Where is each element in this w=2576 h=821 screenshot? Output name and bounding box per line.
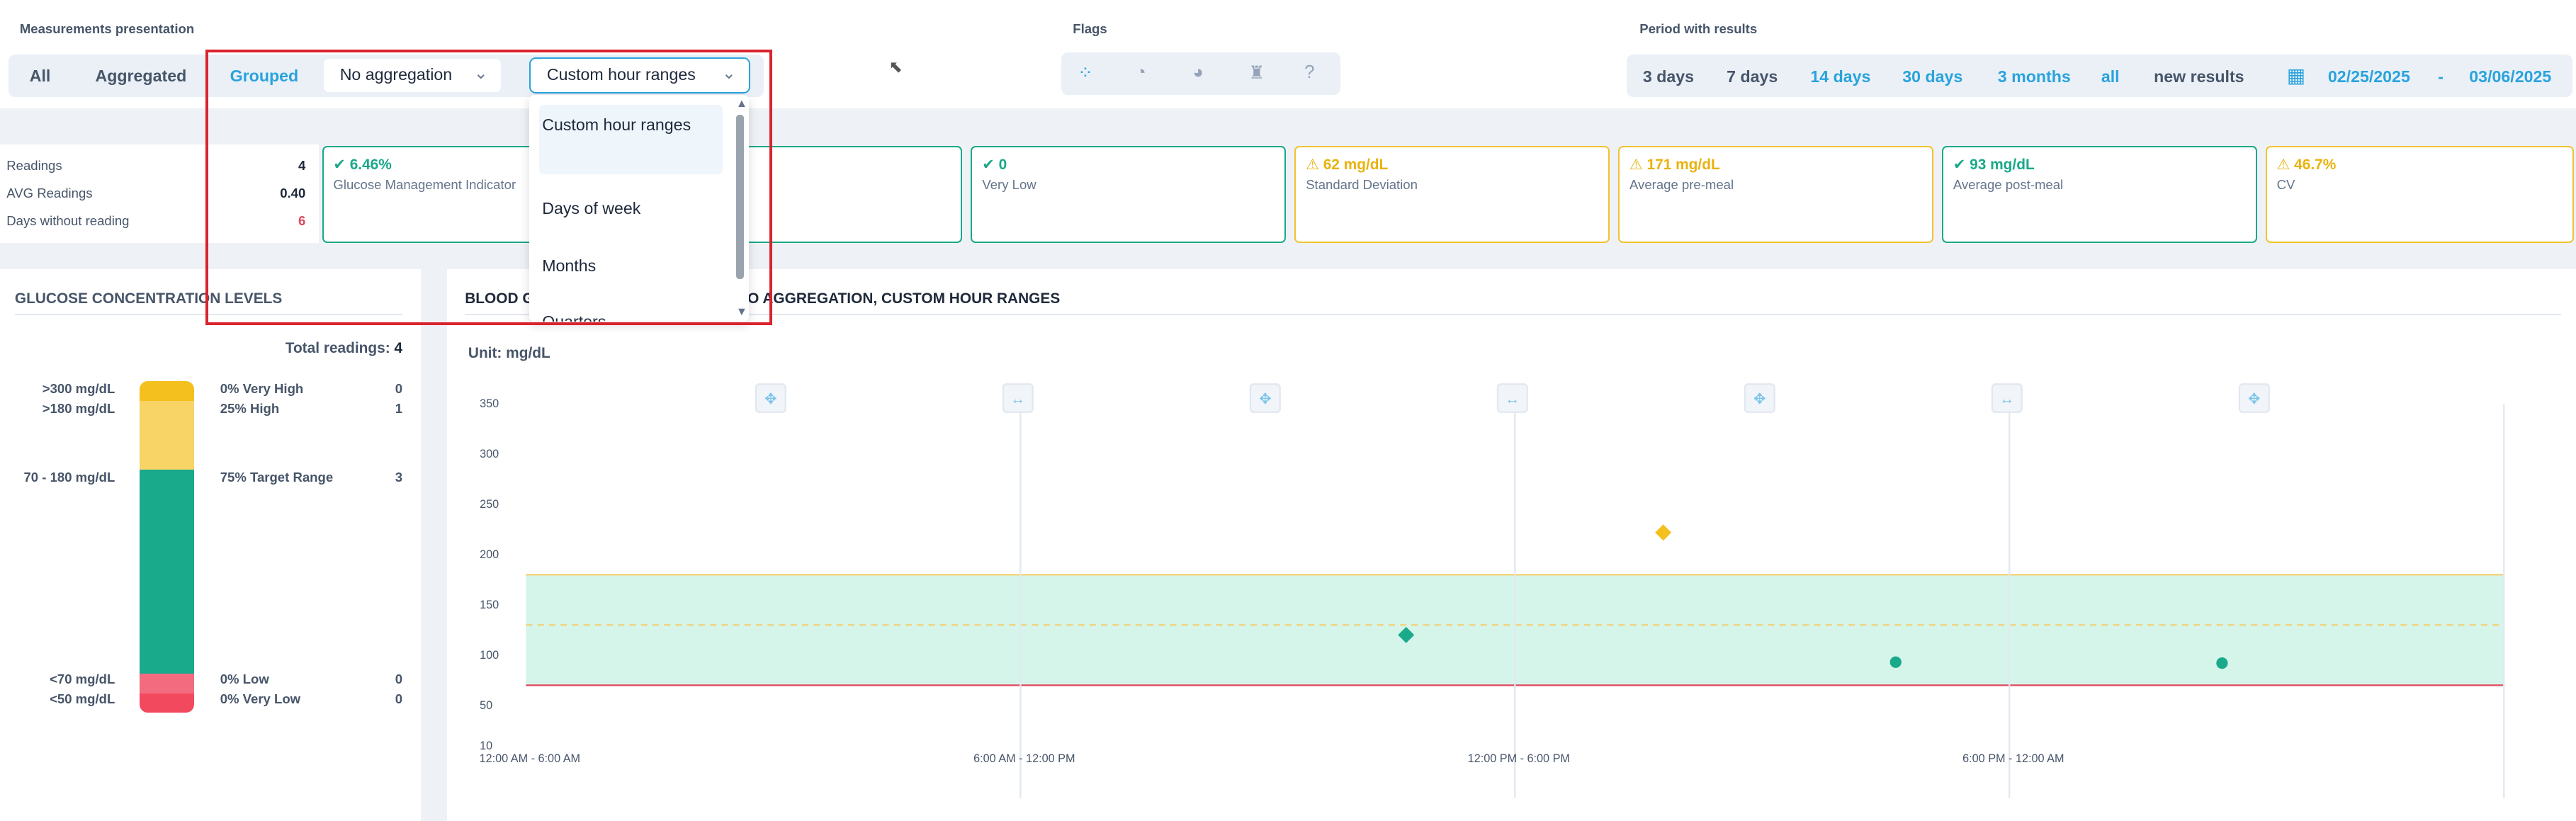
- y-tick-label: 150: [480, 598, 499, 611]
- end-date[interactable]: 03/06/2025: [2469, 67, 2551, 86]
- mouse-cursor-icon: ⬉: [888, 57, 903, 77]
- level-count: 3: [395, 470, 403, 485]
- blood-glucose-chart: ✥ ↔ ✥ ↔ ✥ ↔ ✥: [526, 383, 2505, 798]
- card-value: ✔ 93 mg/dL: [1953, 156, 2035, 173]
- flags-label: Flags: [1073, 21, 1107, 37]
- x-tick-label: 6:00 AM - 12:00 PM: [973, 752, 1075, 766]
- y-tick-label: 250: [480, 498, 499, 511]
- drag-handle-glyph: ↔: [1010, 391, 1025, 407]
- before-meal-icon[interactable]: ◔: [1135, 62, 1146, 83]
- drag-handle-glyph: ✥: [764, 391, 776, 407]
- level-percent: 75% Target Range: [220, 470, 334, 485]
- stat-label-readings: Readings: [6, 157, 62, 173]
- card-label: Average post-meal: [1953, 177, 2064, 193]
- card-very-low: ✔ 0 Very Low: [971, 146, 1287, 243]
- bar-very-low: [140, 693, 194, 713]
- level-percent: 0% Very Low: [220, 691, 301, 707]
- data-point-diamond: [1654, 524, 1671, 541]
- drag-handle-glyph: ✥: [1259, 391, 1271, 407]
- tab-all[interactable]: All: [30, 55, 51, 97]
- level-range: >300 mg/dL: [42, 380, 115, 396]
- y-tick-label: 10: [480, 739, 493, 752]
- level-range: 70 - 180 mg/dL: [23, 470, 115, 485]
- period-label: Period with results: [1639, 21, 1758, 37]
- period-3-days[interactable]: 3 days: [1643, 67, 1694, 86]
- check-icon: ✔: [982, 156, 999, 173]
- data-point-circle: [1889, 656, 1902, 669]
- chart-grid: [526, 404, 2505, 798]
- after-meal-icon[interactable]: ◕: [1193, 62, 1204, 83]
- card-post-meal: ✔ 93 mg/dL Average post-meal: [1941, 146, 2257, 243]
- y-tick-label: 50: [480, 698, 493, 712]
- drag-handle-glyph: ↔: [1999, 391, 2014, 407]
- bar-target: [140, 470, 194, 674]
- card-value: ✔ 0: [982, 156, 1007, 173]
- card-pre-meal: ⚠ 171 mg/dL Average pre-meal: [1618, 146, 1933, 243]
- calendar-icon[interactable]: ▦: [2287, 64, 2305, 87]
- level-range: >180 mg/dL: [42, 400, 115, 416]
- app-root: Measurements presentation Flags Period w…: [0, 0, 2576, 821]
- all-flags-icon[interactable]: ⁘: [1078, 62, 1092, 84]
- period-all[interactable]: all: [2101, 67, 2120, 86]
- period-30-days[interactable]: 30 days: [1902, 67, 1962, 86]
- check-icon: ✔: [1953, 156, 1970, 173]
- card-label: Standard Deviation: [1306, 177, 1418, 193]
- chart-panel: BLOOD G O AGGREGATION, CUSTOM HOUR RANGE…: [446, 269, 2576, 821]
- card-value: ⚠ 171 mg/dL: [1629, 156, 1720, 173]
- bar-very-high: [140, 380, 194, 401]
- drag-handle-glyph: ✥: [2248, 391, 2260, 407]
- highlight-box: [205, 49, 772, 326]
- card-label: Very Low: [982, 177, 1036, 193]
- warning-icon: ⚠: [2276, 156, 2295, 173]
- level-range: <70 mg/dL: [50, 672, 115, 687]
- presentation-label: Measurements presentation: [19, 21, 195, 37]
- card-std-dev: ⚠ 62 mg/dL Standard Deviation: [1294, 146, 1610, 243]
- warning-icon: ⚠: [1629, 156, 1647, 173]
- x-tick-label: 6:00 PM - 12:00 AM: [1962, 752, 2064, 766]
- warning-icon: ⚠: [1306, 156, 1323, 173]
- date-separator: -: [2438, 67, 2444, 86]
- y-tick-label: 300: [480, 448, 499, 461]
- level-count: 0: [395, 380, 403, 396]
- card-label: CV: [2276, 177, 2295, 193]
- chart-handles: ✥ ↔ ✥ ↔ ✥ ↔ ✥: [755, 383, 2270, 414]
- stat-label-avg: AVG Readings: [6, 186, 93, 201]
- start-date[interactable]: 02/25/2025: [2328, 67, 2410, 86]
- period-selector: 3 days 7 days 14 days 30 days 3 months a…: [1626, 54, 2573, 97]
- bar-low: [140, 673, 194, 693]
- card-cv: ⚠ 46.7% CV: [2265, 146, 2575, 243]
- level-count: 1: [395, 400, 403, 416]
- drag-handle-glyph: ↔: [1505, 391, 1520, 407]
- level-percent: 0% Low: [220, 672, 269, 687]
- total-readings: Total readings: 4: [285, 340, 403, 356]
- card-value: ⚠ 62 mg/dL: [1306, 156, 1389, 173]
- period-3-months[interactable]: 3 months: [1998, 67, 2071, 86]
- y-tick-label: 100: [480, 648, 499, 662]
- level-count: 0: [395, 691, 403, 707]
- flags-toolbar: ⁘ ◔ ◕ ♜ ?: [1061, 52, 1341, 96]
- card-label: Average pre-meal: [1629, 177, 1734, 193]
- drag-handle-glyph: ✥: [1753, 391, 1766, 407]
- level-percent: 0% Very High: [220, 380, 304, 396]
- level-percent: 25% High: [220, 400, 280, 416]
- y-tick-label: 200: [480, 548, 499, 561]
- period-new-results[interactable]: new results: [2154, 67, 2244, 86]
- period-14-days[interactable]: 14 days: [1810, 67, 1870, 86]
- level-range: <50 mg/dL: [50, 691, 115, 707]
- glucose-levels-panel: GLUCOSE CONCENTRATION LEVELS Total readi…: [0, 269, 421, 821]
- x-tick-label: 12:00 AM - 6:00 AM: [479, 752, 581, 766]
- period-7-days[interactable]: 7 days: [1727, 67, 1778, 86]
- help-icon[interactable]: ?: [1304, 62, 1314, 83]
- glucose-bar: [140, 380, 194, 713]
- exercise-icon[interactable]: ♜: [1248, 62, 1265, 84]
- bar-high: [140, 400, 194, 470]
- card-value: ⚠ 46.7%: [2276, 156, 2337, 173]
- data-point-circle: [2216, 657, 2228, 669]
- level-count: 0: [395, 672, 403, 687]
- y-tick-label: 350: [480, 397, 499, 411]
- stat-label-days-without: Days without reading: [6, 213, 130, 229]
- tab-aggregated[interactable]: Aggregated: [95, 55, 186, 97]
- x-tick-label: 12:00 PM - 6:00 PM: [1467, 752, 1570, 766]
